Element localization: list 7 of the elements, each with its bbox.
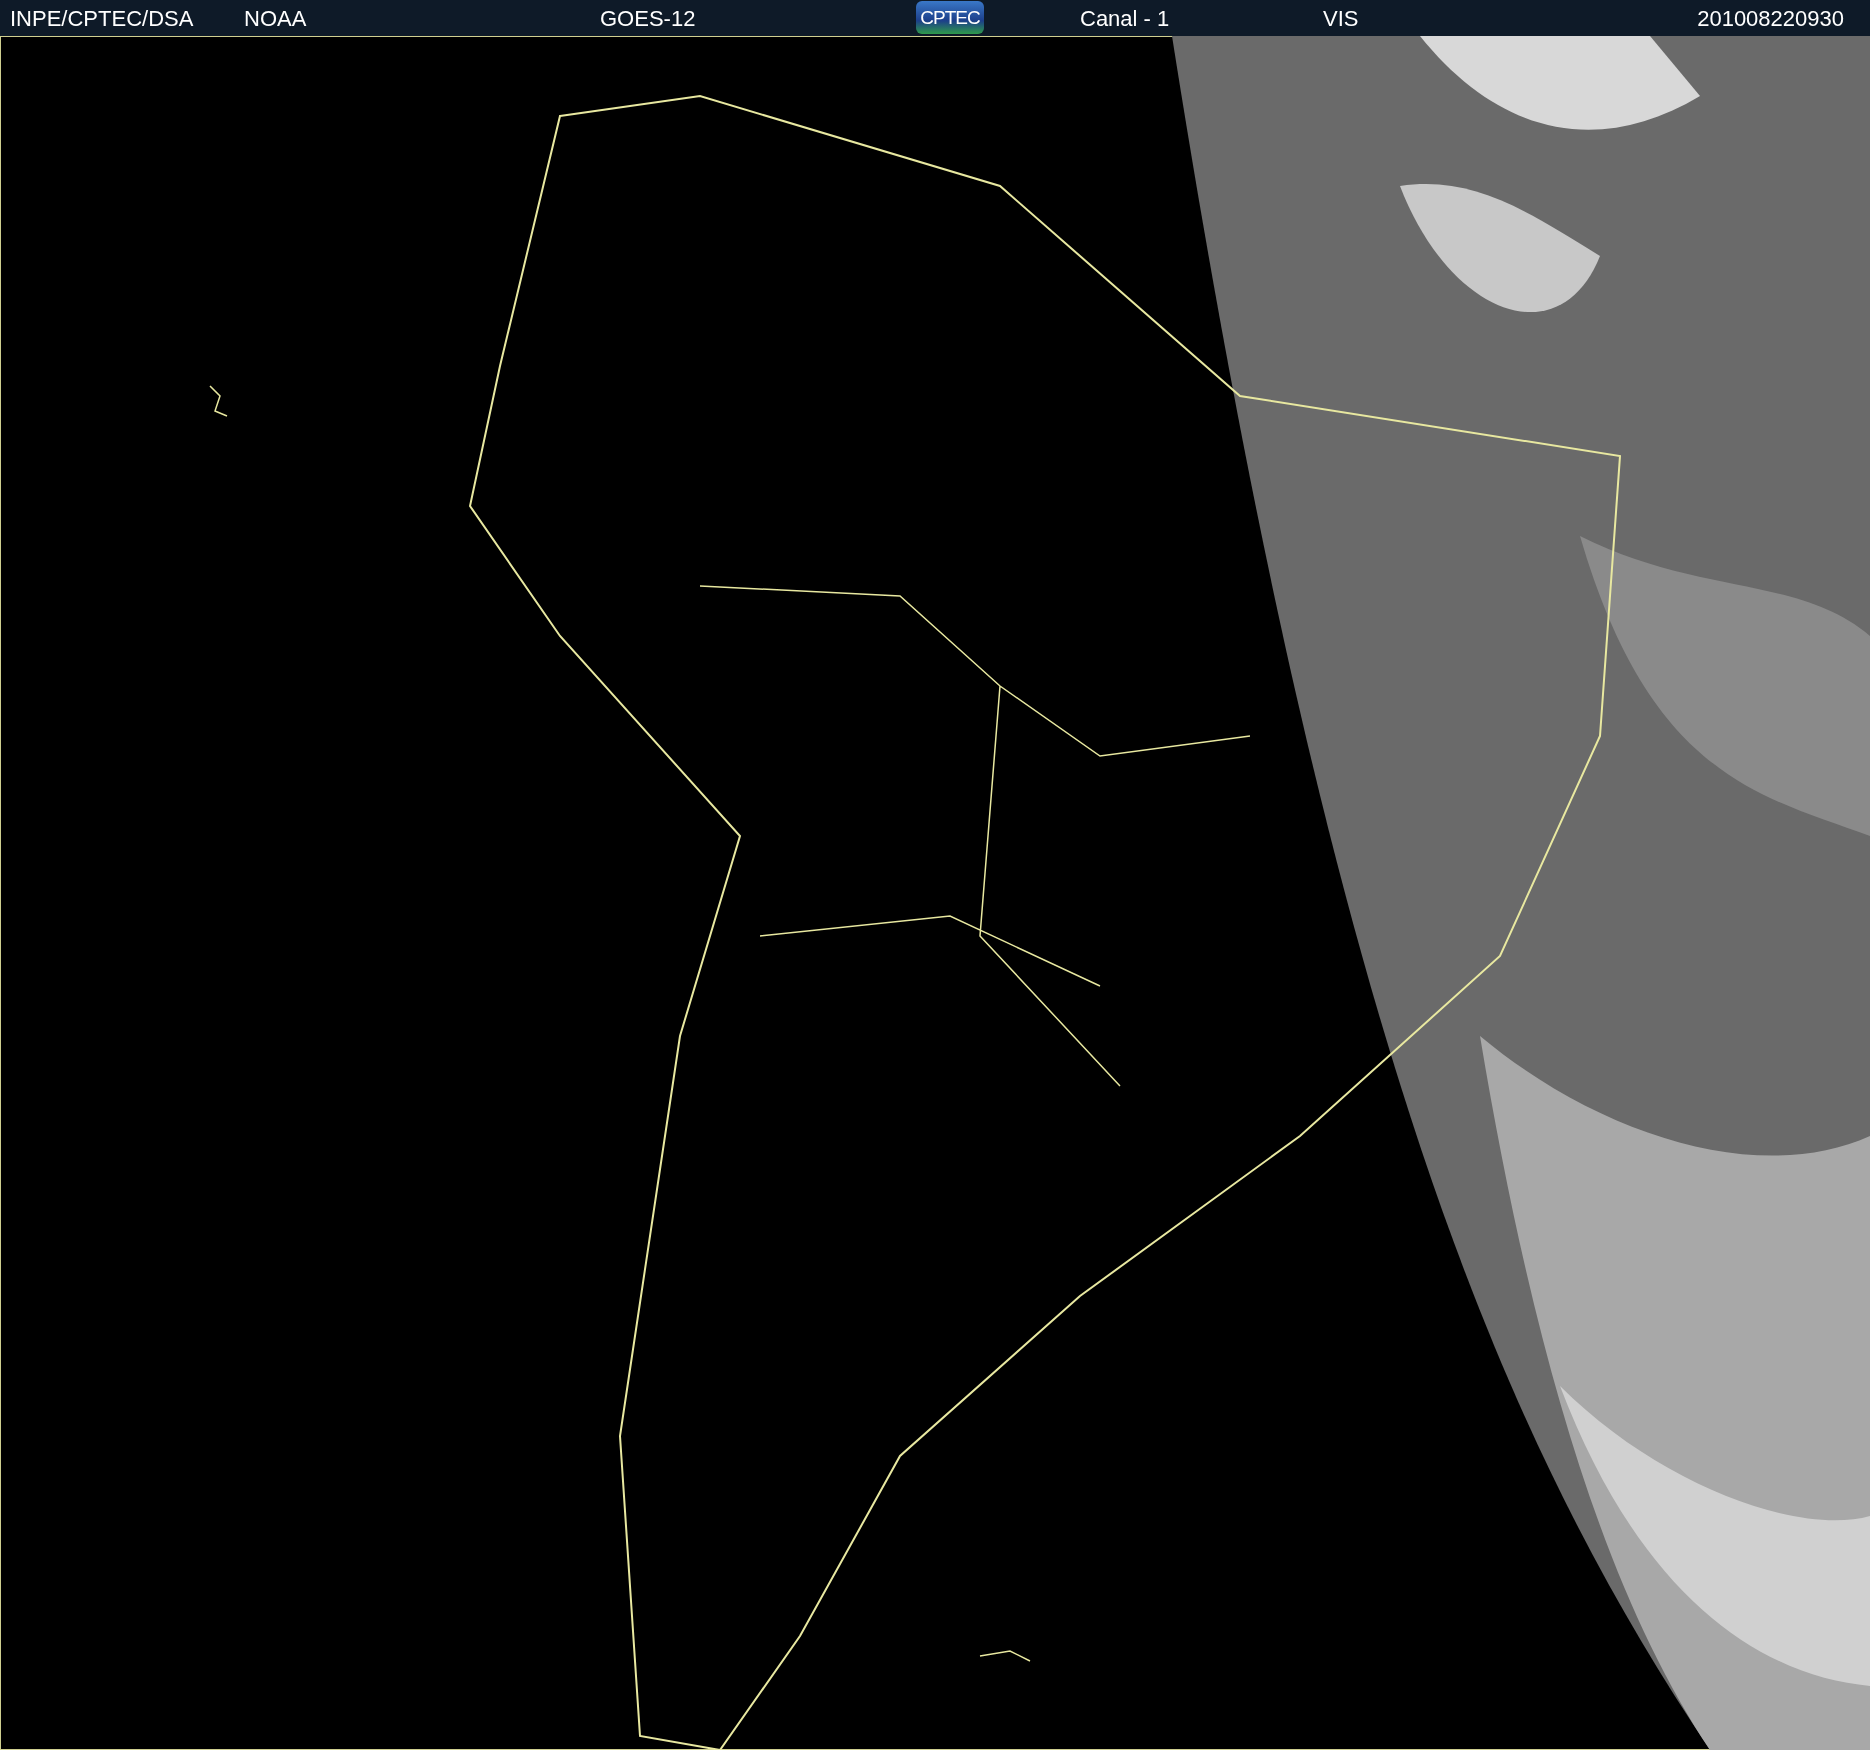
channel-label: Canal - 1 bbox=[1080, 6, 1170, 32]
agency-label: NOAA bbox=[244, 6, 307, 32]
band-label: VIS bbox=[1323, 6, 1359, 32]
timestamp-label: 201008220930 bbox=[1697, 6, 1844, 32]
logo: CPTEC bbox=[916, 1, 984, 34]
satellite-label: GOES-12 bbox=[600, 6, 696, 32]
source-label: INPE/CPTEC/DSA bbox=[10, 6, 194, 32]
